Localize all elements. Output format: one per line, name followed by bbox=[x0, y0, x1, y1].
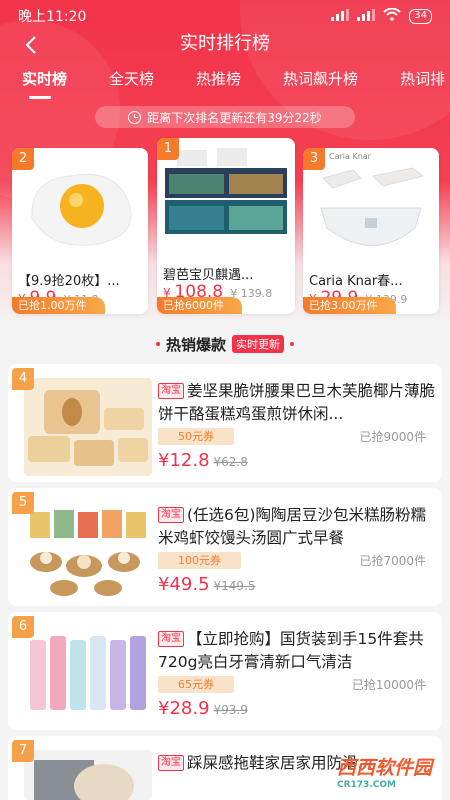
battery-icon: 34 bbox=[409, 8, 432, 24]
grabbed-count: 已抢9000件 bbox=[359, 430, 426, 444]
taobao-tag: 淘宝 bbox=[158, 755, 184, 771]
rank-badge: 2 bbox=[12, 148, 34, 170]
update-countdown: 距离下次排名更新还有39分22秒 bbox=[95, 106, 355, 128]
tab-all-day[interactable]: 全天榜 bbox=[79, 68, 166, 104]
signal-icon bbox=[331, 8, 350, 24]
status-bar: 晚上11:20 34 bbox=[0, 0, 450, 32]
product-image-toothpaste bbox=[24, 626, 152, 724]
top-product-card[interactable]: 1 碧芭宝贝麒遇... ¥ 108.8 ¥ 139.8 已抢6000件 bbox=[157, 138, 295, 314]
brand-text: Caria Knar bbox=[329, 152, 371, 161]
tab-hot-words-rising[interactable]: 热词飙升榜 bbox=[253, 68, 370, 104]
rank-badge: 6 bbox=[12, 616, 34, 638]
product-image-slippers bbox=[24, 750, 152, 800]
product-title: 淘宝 (任选6包)陶陶居豆沙包米糕肠粉糯米鸡虾饺馒头汤圆广式早餐 bbox=[158, 506, 426, 547]
rank-badge: 5 bbox=[12, 492, 34, 514]
product-price: ¥12.8 ¥62.8 bbox=[158, 450, 248, 471]
grabbed-count: 已抢7000件 bbox=[359, 554, 426, 568]
rank-badge: 3 bbox=[303, 148, 325, 170]
product-price: ¥49.5 ¥149.5 bbox=[158, 574, 256, 595]
realtime-badge: 实时更新 bbox=[232, 335, 284, 353]
rank-badge: 4 bbox=[12, 368, 34, 390]
product-name: 碧芭宝贝麒遇... bbox=[163, 268, 254, 283]
hot-section-title: 热销爆款 bbox=[165, 335, 226, 354]
hot-section-header: 热销爆款 实时更新 bbox=[0, 334, 450, 354]
sold-count: 已抢6000件 bbox=[157, 297, 242, 314]
wifi-icon bbox=[383, 7, 401, 24]
original-price: ¥62.8 bbox=[213, 455, 248, 469]
product-name: Caria Knar春... bbox=[309, 274, 403, 289]
countdown-text: 距离下次排名更新还有39分22秒 bbox=[147, 110, 322, 125]
product-price: ¥28.9 ¥93.9 bbox=[158, 698, 248, 719]
original-price: ¥149.5 bbox=[213, 579, 256, 593]
taobao-tag: 淘宝 bbox=[158, 507, 184, 523]
tab-realtime[interactable]: 实时榜 bbox=[0, 68, 79, 104]
coupon-badge[interactable]: 65元券 bbox=[158, 676, 234, 693]
tab-hot-push[interactable]: 热推榜 bbox=[166, 68, 253, 104]
clock-icon bbox=[128, 110, 142, 124]
rank-badge: 7 bbox=[12, 740, 34, 762]
product-image-crackers bbox=[24, 378, 152, 476]
product-image-dimsum bbox=[24, 502, 152, 600]
coupon-badge[interactable]: 100元券 bbox=[158, 552, 241, 569]
sold-count: 已抢1.00万件 bbox=[12, 297, 105, 314]
top-product-card[interactable]: 3 Caria Knar Caria Knar春... ¥ 29.9 ¥ 139… bbox=[303, 148, 439, 314]
dot-decoration bbox=[290, 342, 294, 346]
top3-podium: 2 【9.9抢20枚】... ¥ 9.9 ¥ 11.9 已抢1.00万件 1 bbox=[0, 138, 450, 318]
list-item[interactable]: 5 淘宝(任选6包)陶陶居豆沙包米糕肠粉糯米鸡虾饺馒头汤圆广式早餐 100元券 bbox=[8, 488, 442, 606]
dot-decoration bbox=[155, 342, 160, 346]
watermark-logo: 西西软件园 CR173.COM bbox=[336, 757, 432, 790]
rank-badge: 1 bbox=[157, 138, 179, 160]
taobao-tag: 淘宝 bbox=[158, 631, 184, 647]
product-title: 淘宝 姜坚果脆饼腰果巴旦木芙脆椰片薄脆饼干酪蛋糕鸡蛋煎饼休闲... bbox=[158, 382, 436, 423]
product-name: 【9.9抢20枚】... bbox=[18, 274, 120, 289]
page-title: 实时排行榜 bbox=[180, 33, 270, 54]
top-product-card[interactable]: 2 【9.9抢20枚】... ¥ 9.9 ¥ 11.9 已抢1.00万件 bbox=[12, 148, 148, 314]
ranking-tabs: 实时榜 全天榜 热推榜 热词飙升榜 热词排 bbox=[0, 68, 450, 104]
original-price: ¥93.9 bbox=[213, 703, 248, 717]
nav-bar: 实时排行榜 bbox=[0, 30, 450, 60]
coupon-badge[interactable]: 50元券 bbox=[158, 428, 234, 445]
sold-count: 已抢3.00万件 bbox=[303, 297, 396, 314]
grabbed-count: 已抢10000件 bbox=[351, 678, 426, 692]
signal-icon-2 bbox=[357, 8, 376, 24]
taobao-tag: 淘宝 bbox=[158, 383, 184, 399]
list-item[interactable]: 6 淘宝 【立即抢购】国货装到手15件套共720g亮白牙膏清新口气清洁 65元券 … bbox=[8, 612, 442, 730]
product-title: 淘宝 【立即抢购】国货装到手15件套共720g亮白牙膏清新口气清洁 bbox=[158, 630, 424, 671]
status-time: 晚上11:20 bbox=[18, 9, 87, 25]
tab-hot-words[interactable]: 热词排 bbox=[370, 68, 450, 104]
list-item[interactable]: 4 淘宝 姜坚果脆饼腰果巴旦木芙脆椰片薄脆饼干酪蛋糕鸡蛋煎饼休闲... 50元券 … bbox=[8, 364, 442, 482]
